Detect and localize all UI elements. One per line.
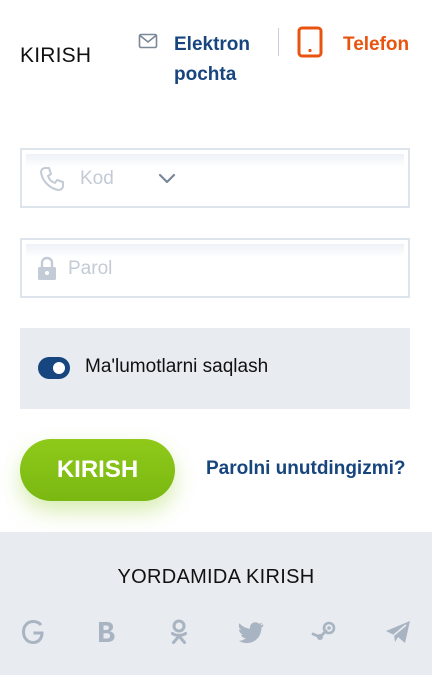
tab-divider [278,28,279,56]
toggle-knob [53,362,65,374]
telegram-icon[interactable] [384,618,410,646]
forgot-password-link[interactable]: Parolni unutdingizmi? [206,458,405,480]
social-icons-row [20,618,412,648]
twitter-icon[interactable] [238,618,264,646]
phone-code-placeholder: Kod [80,168,114,189]
odnoklassniki-icon[interactable] [166,618,192,646]
login-button[interactable]: KIRISH [20,439,175,501]
envelope-icon [138,33,160,90]
tab-phone[interactable]: Telefon [297,26,409,63]
remember-me-panel: Ma'lumotlarni saqlash [20,328,410,409]
field-shade [26,244,404,258]
lock-icon [36,256,58,287]
social-login-panel: YORDAMIDA KIRISH [0,532,432,675]
page-title: KIRISH [20,44,92,67]
phone-code-select[interactable]: Kod [20,148,410,208]
mobile-phone-icon [297,26,323,63]
google-icon[interactable] [20,618,46,646]
phone-handset-icon [38,165,66,198]
tab-phone-label: Telefon [343,33,410,55]
b-icon[interactable] [94,618,120,646]
social-login-title: YORDAMIDA KIRISH [117,566,315,588]
password-placeholder: Parol [68,258,113,279]
steam-icon[interactable] [311,618,337,646]
chevron-down-icon[interactable] [158,172,176,190]
header: KIRISH Elektron pochta Telefon [0,0,432,110]
password-field[interactable]: Parol [20,238,410,298]
field-shade [26,154,404,168]
tab-email-label-line1: Elektron [174,34,251,55]
tab-email-label: Elektron pochta [174,30,264,90]
tab-email-label-line2: pochta [174,64,237,85]
remember-me-toggle[interactable] [38,357,70,379]
remember-me-label: Ma'lumotlarni saqlash [85,356,269,377]
tab-email[interactable]: Elektron pochta [138,30,264,90]
